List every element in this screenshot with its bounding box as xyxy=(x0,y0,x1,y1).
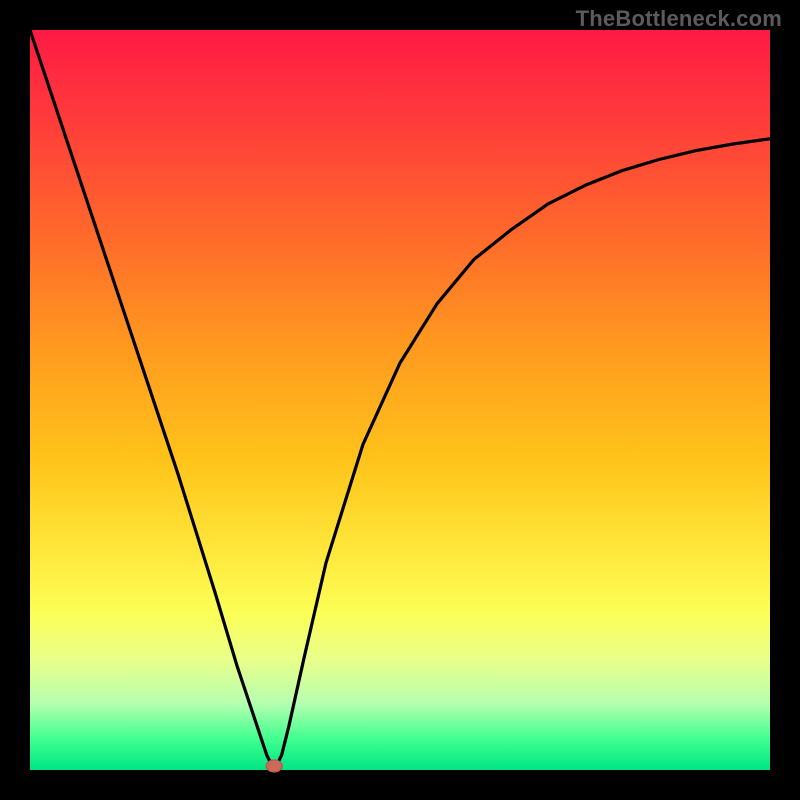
bottleneck-curve xyxy=(30,30,770,770)
chart-frame: TheBottleneck.com xyxy=(0,0,800,800)
chart-svg xyxy=(30,30,770,770)
attribution-label: TheBottleneck.com xyxy=(576,6,782,32)
optimal-point-marker xyxy=(266,760,282,772)
plot-area xyxy=(30,30,770,770)
